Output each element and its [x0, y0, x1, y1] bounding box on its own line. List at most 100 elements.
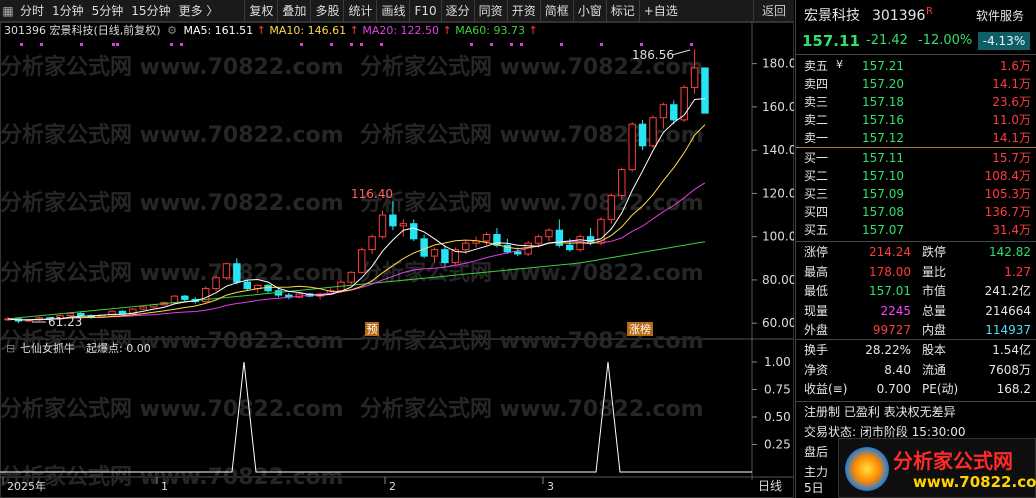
indicator-info-bar: 301396 宏景科技(日线,前复权) ⚙ MA5: 161.51 ↑ MA10…	[4, 24, 538, 37]
candle-up	[482, 234, 491, 242]
kline-chart-svg[interactable]: 分析家公式网 www.70822.com 分析家公式网 www.70822.com…	[0, 22, 804, 498]
ask-row: 卖一 157.12 14.1万	[796, 128, 1036, 148]
signal-dot	[20, 43, 23, 46]
tab-5min[interactable]: 5分钟	[88, 0, 128, 22]
stat-label: 跌停	[922, 245, 947, 259]
y-tick-label: 140.00	[762, 143, 794, 157]
signal-dot	[560, 43, 563, 46]
sector-name[interactable]: 软件服务	[976, 6, 1024, 26]
candle-up	[212, 277, 220, 290]
y-tick-label: 100.00	[762, 230, 794, 244]
bid-level-label: 买五	[804, 223, 829, 237]
signal-dot	[80, 43, 83, 46]
ma-settings-icon[interactable]: ⚙	[167, 24, 177, 37]
x-tick-label: 1	[161, 480, 168, 493]
biaoji-button[interactable]: 标记	[605, 0, 639, 22]
ask-currency-symbol: ¥	[836, 58, 843, 71]
candle-up	[690, 67, 699, 88]
zhufen-button[interactable]: 逐分	[440, 0, 474, 22]
ask-volume: 23.6万	[992, 95, 1031, 109]
stat-label: 外盘	[804, 323, 829, 337]
sub-y-tick-label: 0.25	[764, 438, 791, 452]
candle-down	[701, 67, 709, 114]
signal-dot	[510, 43, 513, 46]
tag-yu: 预	[367, 323, 378, 336]
candle-up	[618, 169, 626, 197]
stat-value: 142.82	[989, 245, 1031, 259]
logo-flower-icon	[845, 447, 889, 491]
ask-row: 卖二 157.16 11.0万	[796, 110, 1036, 130]
signal-dot	[520, 43, 523, 46]
signal-dot	[180, 43, 183, 46]
sub-y-tick-label: 1.00	[764, 355, 791, 369]
f10-button[interactable]: F10	[409, 0, 440, 22]
sub-y-tick-label: 0.50	[764, 410, 791, 424]
tongzi-button[interactable]: 同资	[473, 0, 507, 22]
ma10-label: MA10: 146.61	[269, 24, 347, 37]
ask-row: 卖三 157.18 23.6万	[796, 92, 1036, 112]
candle-up	[545, 229, 553, 238]
watermark-text: 分析家公式网 www.70822.com	[0, 396, 344, 422]
stat-row: 现量 2245 总量 214664	[796, 301, 1036, 321]
tab-fenshi[interactable]: 分时	[16, 0, 48, 22]
ask-price: 157.12	[862, 131, 904, 145]
candle-down	[670, 104, 678, 121]
bid-volume: 108.4万	[984, 169, 1031, 183]
candle-up	[607, 195, 616, 220]
stat-label: 涨停	[804, 245, 829, 259]
stock-code: 301396	[872, 8, 926, 24]
stat-value: 178.00	[869, 264, 911, 279]
duogu-button[interactable]: 多股	[310, 0, 343, 22]
tongji-button[interactable]: 统计	[343, 0, 376, 22]
candle-up	[430, 249, 439, 257]
tab-15min[interactable]: 15分钟	[127, 0, 174, 22]
y-tick-label: 80.00	[762, 273, 794, 287]
candle-up	[357, 249, 366, 273]
tab-1min[interactable]: 1分钟	[48, 0, 88, 22]
rzrq-flag: R	[926, 6, 933, 17]
bid-volume: 136.7万	[984, 205, 1031, 219]
candle-down	[243, 281, 251, 290]
bid-row: 买一 157.11 15.7万	[796, 148, 1036, 168]
ask-level-label: 卖五	[804, 59, 829, 73]
watermark-logo: 分析家公式网 www.70822.com	[838, 438, 1036, 498]
candle-down	[409, 223, 418, 240]
stat-row: 最低 157.01 市值 241.2亿	[796, 281, 1036, 301]
candle-up	[368, 236, 376, 251]
stock-title: 301396 宏景科技(日线,前复权)	[4, 24, 161, 37]
high-price-label: 186.56	[632, 48, 674, 62]
stat-row: 外盘 99727 内盘 114937	[796, 320, 1036, 340]
kaizi-button[interactable]: 开资	[506, 0, 540, 22]
candle-down	[233, 263, 241, 283]
stat-label: 收益(≡)	[804, 382, 848, 396]
ask-price: 157.20	[862, 77, 904, 91]
candle-down	[118, 310, 127, 314]
grid-icon[interactable]: ▦	[0, 0, 16, 22]
chart-area[interactable]: 分析家公式网 www.70822.com 分析家公式网 www.70822.com…	[0, 22, 804, 498]
bid-price: 157.08	[862, 205, 904, 219]
watermark-text: 分析家公式网 www.70822.com	[0, 122, 344, 148]
diejia-button[interactable]: 叠加	[277, 0, 310, 22]
chart-frame	[0, 22, 794, 498]
stat-value: 2245	[880, 303, 911, 318]
tag-zhangbang: 涨榜	[629, 322, 651, 336]
add-watchlist-button[interactable]: +自选	[638, 0, 682, 22]
price-row: 157.11 -21.42 -12.00% -4.13%	[796, 31, 1036, 51]
signal-dot	[40, 43, 43, 46]
back-button[interactable]: 返回	[752, 0, 794, 22]
signal-dot	[350, 43, 353, 46]
ask-volume: 14.1万	[992, 131, 1031, 145]
ask-volume: 11.0万	[992, 113, 1031, 127]
stat-value: 114937	[985, 323, 1031, 337]
stat-label: 最高	[804, 264, 829, 279]
ask-volume: 14.1万	[992, 77, 1031, 91]
stat-label: 市值	[922, 284, 947, 298]
jiankuang-button[interactable]: 简框	[539, 0, 573, 22]
fuquan-button[interactable]: 复权	[244, 0, 277, 22]
bid-level-label: 买四	[804, 205, 829, 219]
xiaochuang-button[interactable]: 小窗	[572, 0, 606, 22]
stat-label: 股本	[922, 343, 947, 357]
stat-value: 8.40	[884, 362, 911, 377]
huaxian-button[interactable]: 画线	[376, 0, 409, 22]
tab-more[interactable]: 更多 〉	[175, 0, 223, 22]
